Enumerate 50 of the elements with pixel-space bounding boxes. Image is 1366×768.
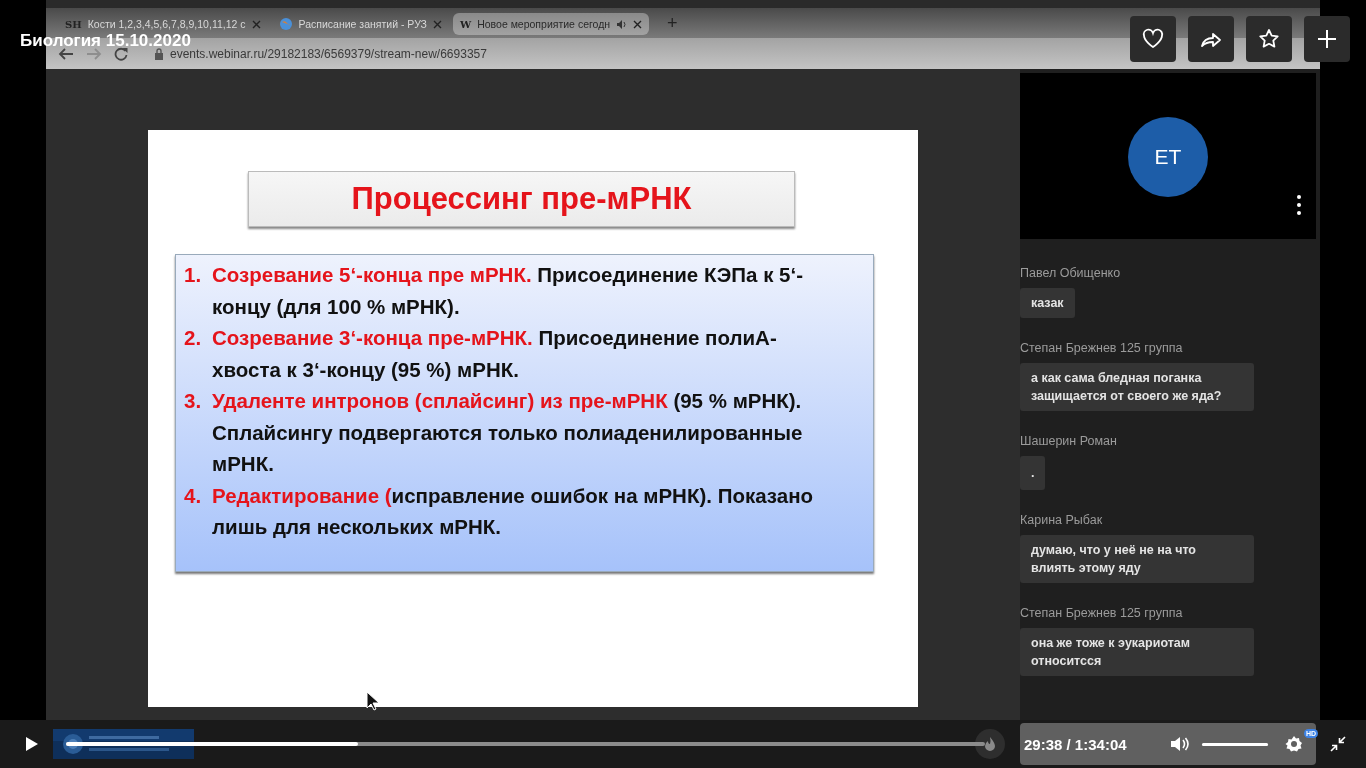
favorite-button[interactable] bbox=[1246, 16, 1292, 62]
tab-title: Новое мероприятие сегодн bbox=[477, 18, 611, 30]
globe-icon bbox=[278, 17, 293, 31]
play-icon[interactable] bbox=[25, 736, 39, 752]
browser-tab[interactable]: Расписание занятий - РУЗ bbox=[271, 13, 449, 35]
participant-avatar: ET bbox=[1128, 117, 1208, 197]
slide-list-item: 4. Редактирование (исправление ошибок на мРНК). Показано лишь для нескольких мРНК. bbox=[184, 482, 815, 540]
flame-icon bbox=[984, 736, 996, 752]
chat-message: думаю, что у неё не на что влиять этому яду bbox=[1020, 535, 1254, 583]
like-button[interactable] bbox=[1130, 16, 1176, 62]
lock-icon bbox=[154, 47, 164, 60]
tab-title: Расписание занятий - РУЗ bbox=[298, 18, 427, 30]
reaction-button[interactable] bbox=[975, 729, 1005, 759]
time-display: 29:38 / 1:34:04 bbox=[1024, 735, 1127, 753]
share-button[interactable] bbox=[1188, 16, 1234, 62]
chat-message: а как сама бледная поганка защищается от своего же яда? bbox=[1020, 363, 1254, 411]
add-button[interactable] bbox=[1304, 16, 1350, 62]
settings-icon[interactable] bbox=[1284, 734, 1304, 754]
browser-tab[interactable]: W Новое мероприятие сегодн bbox=[452, 13, 650, 35]
slide-list-item: 2. Созревание 3‘-конца пре-мРНК. Присоединение полиА-хвоста к 3‘-концу (95 %) мРНК. bbox=[184, 325, 778, 383]
close-icon[interactable] bbox=[432, 19, 442, 29]
chat-message: казак bbox=[1020, 288, 1075, 318]
progress-bar[interactable] bbox=[66, 742, 985, 746]
star-icon bbox=[1258, 28, 1280, 50]
favicon: SH bbox=[65, 18, 82, 30]
close-icon[interactable] bbox=[633, 19, 643, 29]
slide-title: Процессинг пре-мРНК bbox=[248, 171, 795, 227]
slide-list-item: 1. Созревание 5‘-конца пре мРНК. Присоединение КЭПа к 5‘-концу (для 100 % мРНК). bbox=[184, 262, 805, 320]
plus-icon bbox=[1316, 28, 1338, 50]
more-options-icon[interactable] bbox=[1297, 195, 1301, 215]
back-arrow-icon[interactable] bbox=[58, 46, 74, 61]
tab-title: Кости 1,2,3,4,5,6,7,8,9,10,11,12 с bbox=[87, 18, 246, 30]
favicon: W bbox=[459, 18, 472, 30]
chat-author: Шашерин Роман bbox=[1020, 433, 1118, 449]
chat-author: Павел Обищенко bbox=[1020, 265, 1122, 281]
url-text[interactable]: events.webinar.ru/29182183/6569379/stream-new/6693357 bbox=[170, 46, 487, 61]
chat-message: она же тоже к эукариотам относитсся bbox=[1020, 628, 1254, 676]
exit-fullscreen-icon[interactable] bbox=[1330, 736, 1346, 752]
chat-author: Карина Рыбак bbox=[1020, 512, 1104, 528]
slide-list-item: 3. Удаленте интронов (сплайсинг) из пре-мРНК (95 % мРНК). Сплайсингу подвергаются только полиаденилированные мРНК. bbox=[184, 388, 804, 477]
chat-message: . bbox=[1020, 456, 1046, 490]
browser-tab[interactable]: SH Кости 1,2,3,4,5,6,7,8,9,10,11,12 с bbox=[58, 13, 268, 35]
volume-slider[interactable] bbox=[1202, 742, 1268, 746]
close-icon[interactable] bbox=[251, 19, 261, 29]
reload-icon[interactable] bbox=[114, 46, 128, 61]
volume-icon[interactable] bbox=[1170, 736, 1190, 752]
chat-author: Степан Брежнев 125 группа bbox=[1020, 605, 1184, 621]
heart-icon bbox=[1142, 28, 1164, 50]
new-tab-button[interactable]: + bbox=[659, 12, 686, 34]
chat-author: Степан Брежнев 125 группа bbox=[1020, 340, 1184, 356]
